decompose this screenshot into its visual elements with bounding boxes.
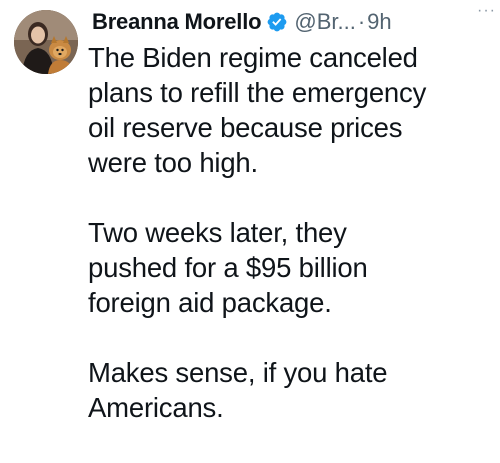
tweet-text: The Biden regime canceled plans to refil… [88,40,498,425]
author-handle[interactable]: @Br... [294,9,355,35]
author-name[interactable]: Breanna Morello [92,9,262,35]
header-separator: · [357,9,366,34]
tweet-text-line: pushed for a $95 billion [88,252,368,283]
tweet-text-line: Makes sense, if you hate [88,357,388,388]
more-options-icon[interactable]: ··· [477,2,496,20]
verified-badge-icon [266,11,288,33]
avatar[interactable] [14,10,78,74]
tweet-text-line: Americans. [88,392,224,423]
tweet-text-line: The Biden regime canceled [88,42,418,73]
tweet: Breanna Morello @Br... · 9h ··· The Bide… [0,0,500,463]
tweet-timestamp[interactable]: 9h [367,9,391,35]
tweet-text-line: oil reserve because prices [88,112,403,143]
tweet-text-line: foreign aid package. [88,287,332,318]
tweet-header: Breanna Morello @Br... · 9h [92,8,492,36]
tweet-text-line: plans to refill the emergency [88,77,427,108]
tweet-text-line: Two weeks later, they [88,217,347,248]
tweet-text-line: were too high. [88,147,258,178]
